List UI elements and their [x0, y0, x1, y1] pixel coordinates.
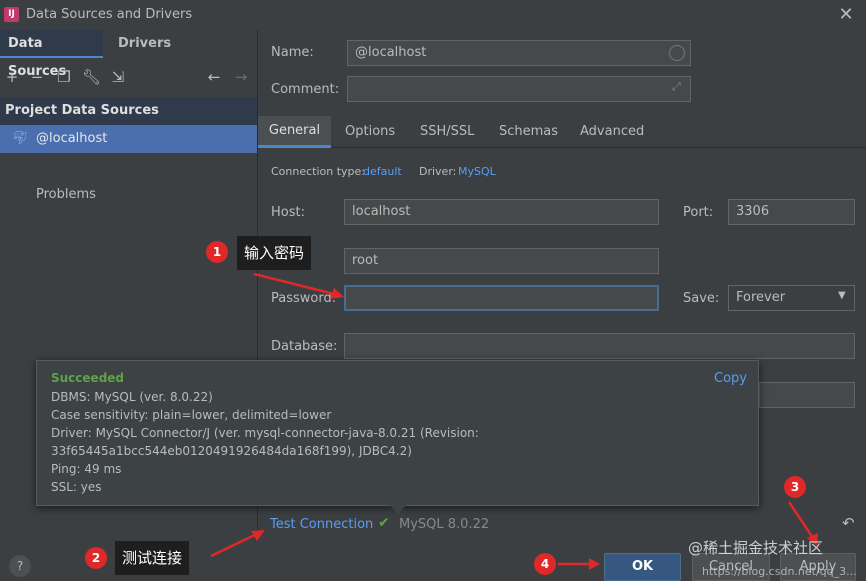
name-field[interactable]: @localhost — [347, 40, 691, 66]
close-icon[interactable]: ✕ — [836, 5, 856, 25]
tab-ssh-ssl[interactable]: SSH/SSL — [420, 124, 474, 139]
connection-result-popup: Succeeded Copy DBMS: MySQL (ver. 8.0.22)… — [36, 360, 759, 506]
intellij-icon: IJ — [4, 7, 19, 22]
driver-link[interactable]: MySQL — [458, 165, 496, 178]
tab-data-sources[interactable]: Data Sources — [0, 30, 103, 79]
annotation-arrow-1 — [253, 272, 344, 299]
remove-icon[interactable]: − — [28, 68, 46, 86]
annotation-arrow-4 — [558, 558, 600, 570]
port-label: Port: — [683, 205, 714, 220]
properties-wrench-icon[interactable]: 🔧︎ — [82, 68, 101, 86]
section-header: Project Data Sources — [0, 97, 257, 125]
expand-icon[interactable]: ⤢ — [672, 80, 681, 94]
test-result: MySQL 8.0.22 — [399, 517, 490, 532]
popup-line: SSL: yes — [51, 480, 102, 494]
help-button[interactable]: ? — [9, 555, 31, 577]
duplicate-icon[interactable]: ❐ — [55, 68, 73, 86]
tab-advanced[interactable]: Advanced — [580, 124, 644, 139]
popup-line: Case sensitivity: plain=lower, delimited… — [51, 408, 332, 422]
checkmark-icon: ✔ — [378, 515, 390, 531]
tabs-divider — [258, 147, 866, 148]
host-label: Host: — [271, 205, 305, 220]
database-label: Database: — [271, 339, 338, 354]
database-field[interactable] — [344, 333, 855, 359]
popup-line: 33f65445a1bcc544eb0120491926484da168f199… — [51, 444, 412, 458]
annotation-callout-1: 输入密码 — [237, 236, 312, 270]
popup-line: Driver: MySQL Connector/J (ver. mysql-co… — [51, 426, 479, 440]
window-title: Data Sources and Drivers — [26, 7, 193, 22]
make-global-icon[interactable]: ⇲ — [109, 68, 127, 86]
revert-icon[interactable]: ↶ — [842, 514, 855, 532]
tab-drivers[interactable]: Drivers — [103, 30, 183, 58]
name-label: Name: — [271, 45, 314, 60]
comment-label: Comment: — [271, 82, 340, 97]
popup-line: DBMS: MySQL (ver. 8.0.22) — [51, 390, 213, 404]
host-value: localhost — [352, 204, 411, 219]
watermark-url: https://blog.csdn.net/qq_3... — [702, 565, 857, 578]
popup-line: Ping: 49 ms — [51, 462, 122, 476]
driver-label: Driver: — [419, 165, 457, 178]
save-value: Forever — [736, 290, 786, 305]
tab-options[interactable]: Options — [345, 124, 395, 139]
chevron-down-icon[interactable]: ▼ — [838, 290, 846, 301]
connection-type-label: Connection type: — [271, 165, 366, 178]
name-value: @localhost — [355, 45, 427, 60]
password-field[interactable] — [344, 285, 659, 311]
tab-general[interactable]: General — [258, 116, 331, 148]
add-icon[interactable]: + — [3, 68, 21, 86]
test-connection-link[interactable]: Test Connection — [270, 517, 373, 532]
back-arrow-icon[interactable]: ← — [205, 68, 223, 86]
copy-link[interactable]: Copy — [714, 371, 747, 386]
host-field[interactable]: localhost — [344, 199, 659, 225]
save-label: Save: — [683, 291, 720, 306]
annotation-number-2: 2 — [85, 547, 107, 569]
annotation-arrow-2 — [210, 530, 265, 558]
user-value: root — [352, 253, 379, 268]
port-value: 3306 — [736, 204, 770, 219]
save-dropdown[interactable]: Forever — [728, 285, 855, 311]
forward-arrow-icon[interactable]: → — [232, 68, 250, 86]
color-circle-icon[interactable] — [669, 45, 685, 61]
connection-type-link[interactable]: default — [363, 165, 402, 178]
tab-schemas[interactable]: Schemas — [499, 124, 558, 139]
popup-tail — [390, 505, 406, 515]
url-field-partial[interactable] — [759, 382, 855, 408]
popup-status: Succeeded — [51, 371, 125, 385]
annotation-number-4: 4 — [534, 553, 556, 575]
annotation-number-1: 1 — [206, 241, 228, 263]
problems-item[interactable]: Problems — [36, 187, 96, 202]
annotation-callout-2: 测试连接 — [115, 541, 190, 575]
annotation-number-3: 3 — [784, 476, 806, 498]
datasource-label: @localhost — [36, 131, 108, 146]
user-field[interactable]: root — [344, 248, 659, 274]
port-field[interactable]: 3306 — [728, 199, 855, 225]
mysql-dolphin-icon: 🐬︎ — [12, 131, 29, 146]
watermark: @稀土掘金技术社区 — [688, 539, 824, 557]
comment-field[interactable] — [347, 76, 691, 102]
